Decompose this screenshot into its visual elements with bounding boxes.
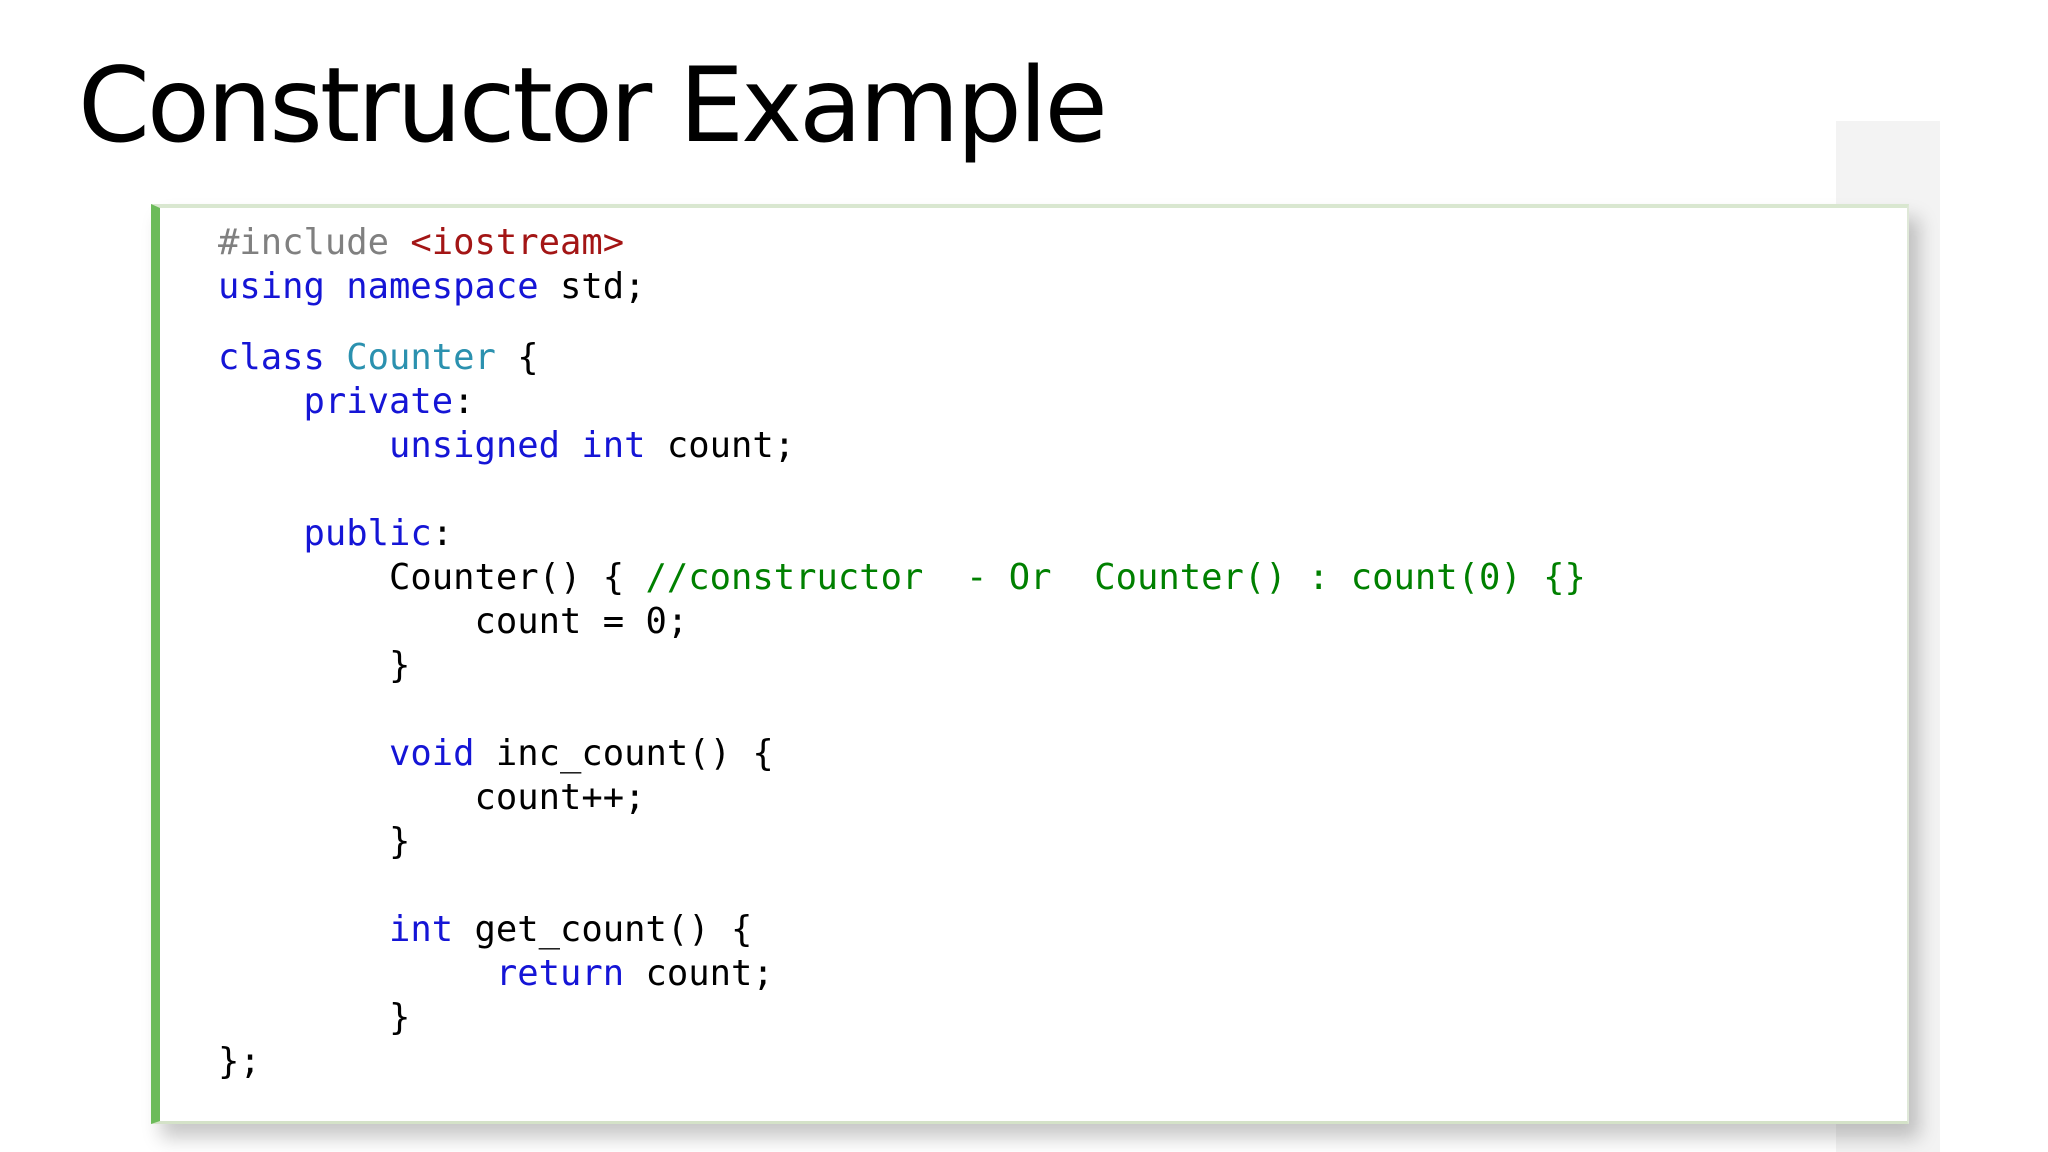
code-line: public: [218, 512, 454, 556]
type-token: Counter [346, 337, 496, 378]
keyword-token: return [495, 953, 625, 994]
code-text: } [218, 821, 411, 862]
code-line: count++; [218, 776, 645, 820]
code-text: }; [218, 1041, 261, 1082]
code-line: } [218, 644, 410, 688]
code-line: void inc_count() { [218, 732, 774, 776]
code-text: : [431, 513, 454, 554]
keyword-token: namespace [346, 266, 539, 307]
code-text: count; [624, 953, 774, 994]
code-text: } [218, 645, 411, 686]
code-text: Counter() { [218, 557, 646, 598]
code-line: unsigned int count; [218, 424, 795, 468]
keyword-token: using [218, 266, 325, 307]
code-text: inc_count() { [474, 733, 774, 774]
slide-title: Constructor Example [78, 46, 1108, 166]
code-text: : [453, 381, 475, 422]
code-text: get_count() { [453, 909, 753, 950]
code-text: count = 0; [218, 601, 689, 642]
code-line: } [218, 996, 410, 1040]
code-line: count = 0; [218, 600, 688, 644]
keyword-token: private [303, 381, 454, 422]
code-line: private: [218, 380, 475, 424]
keyword-token: public [303, 513, 432, 554]
code-line: } [218, 820, 410, 864]
comment-token: //constructor - Or Counter() : count(0) … [645, 557, 1586, 598]
keyword-token: int [581, 425, 646, 466]
code-text: std; [538, 266, 646, 307]
code-line: return count; [218, 952, 774, 996]
code-listing: #include <iostream> using namespace std;… [218, 221, 1586, 1082]
code-line: int get_count() { [218, 908, 752, 952]
keyword-token: void [388, 733, 475, 774]
preprocessor-token: #include [218, 222, 411, 263]
keyword-token: class [218, 337, 325, 378]
code-text: { [495, 337, 539, 378]
code-line: }; [218, 1040, 261, 1084]
code-line: Counter() { //constructor - Or Counter()… [218, 556, 1586, 600]
code-text: } [218, 997, 411, 1038]
keyword-token: unsigned [388, 425, 560, 466]
code-line: using namespace std; [218, 265, 645, 309]
string-token: <iostream> [410, 222, 625, 263]
code-line: class Counter { [218, 336, 539, 380]
code-line: #include <iostream> [218, 221, 624, 265]
code-text: count; [645, 425, 796, 466]
code-text: count++; [218, 777, 646, 818]
keyword-token: int [388, 909, 454, 950]
